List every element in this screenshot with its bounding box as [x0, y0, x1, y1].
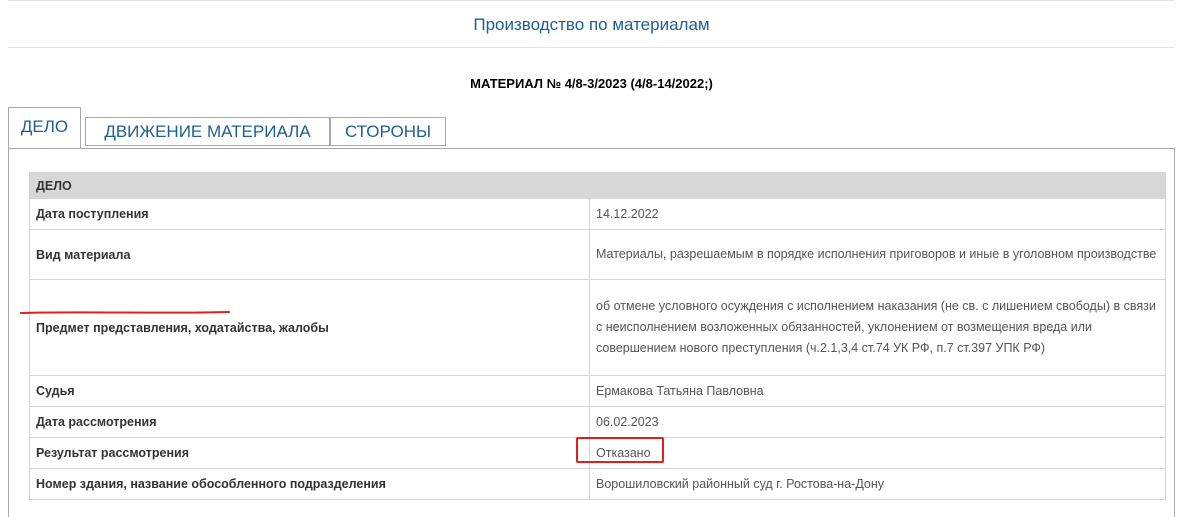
row-value: 06.02.2023 [589, 406, 1166, 438]
table-row: Номер здания, название обособленного под… [29, 468, 1166, 500]
table-header: ДЕЛО [29, 172, 1166, 199]
red-underline-annotation [20, 311, 230, 314]
tab-case[interactable]: ДЕЛО [8, 107, 81, 148]
row-label: Вид материала [29, 229, 590, 280]
title-divider [8, 47, 1175, 48]
row-label: Судья [29, 375, 590, 407]
row-label: Дата поступления [29, 198, 590, 230]
table-row: Дата поступления 14.12.2022 [29, 198, 1166, 230]
top-divider [8, 0, 1175, 1]
red-box-annotation [576, 437, 664, 463]
row-value: Ворошиловский районный суд г. Ростова-на… [589, 468, 1166, 500]
table-row: Дата рассмотрения 06.02.2023 [29, 406, 1166, 438]
table-row: Судья Ермакова Татьяна Павловна [29, 375, 1166, 407]
row-value: Отказано [589, 437, 1166, 469]
row-label: Предмет представления, ходатайства, жало… [29, 279, 590, 376]
row-label: Номер здания, название обособленного под… [29, 468, 590, 500]
row-value: об отмене условного осуждения с исполнен… [589, 279, 1166, 376]
table-header-row: ДЕЛО [29, 172, 1166, 199]
row-value: Ермакова Татьяна Павловна [589, 375, 1166, 407]
table-row: Предмет представления, ходатайства, жало… [29, 279, 1166, 376]
row-value: 14.12.2022 [589, 198, 1166, 230]
page-title: Производство по материалам [473, 15, 710, 34]
table-row: Вид материала Материалы, разрешаемым в п… [29, 229, 1166, 280]
tab-material-movement[interactable]: ДВИЖЕНИЕ МАТЕРИАЛА [85, 117, 330, 146]
row-label: Результат рассмотрения [29, 437, 590, 469]
material-heading: МАТЕРИАЛ № 4/8-3/2023 (4/8-14/2022;) [470, 76, 713, 91]
row-value: Материалы, разрешаемым в порядке исполне… [589, 229, 1166, 280]
row-label: Дата рассмотрения [29, 406, 590, 438]
tab-parties[interactable]: СТОРОНЫ [330, 117, 446, 146]
